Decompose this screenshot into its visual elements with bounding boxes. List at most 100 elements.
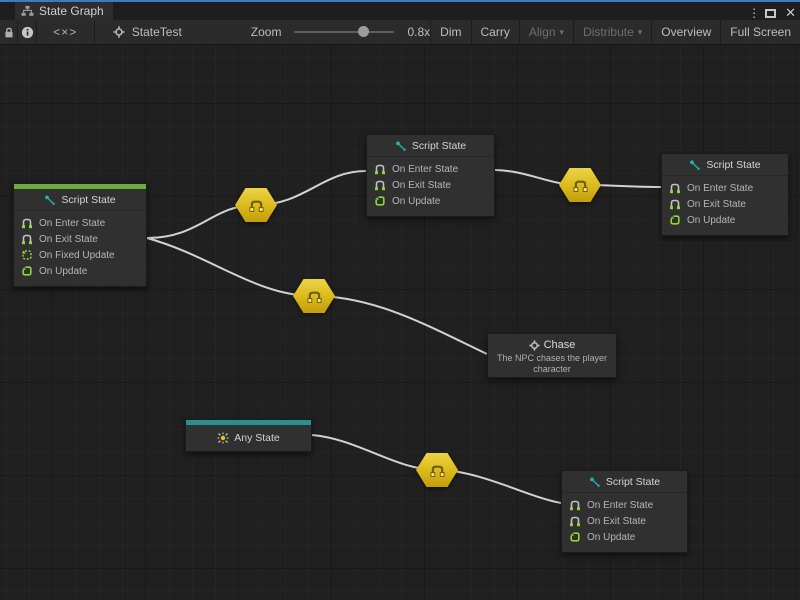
node-header[interactable]: Script State [662, 154, 788, 176]
node-body: On Enter State On Exit State On Update [662, 176, 788, 235]
dim-button[interactable]: Dim [430, 20, 470, 44]
exit-state-icon [569, 515, 581, 527]
exit-state-icon [669, 198, 681, 210]
enter-state-icon [374, 163, 386, 175]
unit-label: On Exit State [39, 234, 98, 245]
distribute-button[interactable]: Distribute ▾ [573, 20, 651, 44]
transition-node[interactable] [235, 188, 277, 222]
overview-label: Overview [661, 25, 711, 39]
state-transition-icon [248, 198, 265, 213]
unit-label: On Update [587, 532, 635, 543]
graph-toolbar-middle: StateTest Zoom 0.8x [95, 20, 430, 44]
close-icon[interactable]: ✕ [785, 5, 796, 21]
script-pointer-icon [589, 476, 601, 488]
unit-on-update[interactable]: On Update [374, 193, 486, 209]
unit-label: On Update [687, 215, 735, 226]
lock-button[interactable] [0, 20, 18, 44]
node-body: On Enter State On Exit State On Update [367, 157, 494, 216]
node-title: Script State [706, 159, 760, 171]
unit-label: On Exit State [687, 199, 746, 210]
maximize-icon[interactable] [765, 9, 776, 18]
fixed-update-icon [21, 249, 33, 261]
node-title: Any State [234, 432, 280, 444]
unit-on-update[interactable]: On Update [21, 263, 138, 279]
node-body: On Enter State On Exit State On Update [562, 493, 687, 552]
code-view-button[interactable]: <×> [37, 20, 95, 44]
unit-label: On Update [392, 196, 440, 207]
state-transition-icon [429, 463, 446, 478]
update-icon [569, 531, 581, 543]
lock-icon [3, 26, 15, 39]
unit-on-fixed-update[interactable]: On Fixed Update [21, 247, 138, 263]
chevron-down-icon: ▾ [560, 28, 565, 37]
info-button[interactable] [18, 20, 36, 44]
unit-on-exit-state[interactable]: On Exit State [21, 231, 138, 247]
align-button[interactable]: Align ▾ [519, 20, 573, 44]
chevron-down-icon: ▾ [638, 28, 643, 37]
node-header[interactable]: Script State [562, 471, 687, 493]
node-description: The NPC chases the player character [492, 353, 612, 375]
window-menu-icon[interactable]: ⋮ [748, 6, 756, 20]
tab-state-graph[interactable]: State Graph [15, 2, 113, 20]
transition-node[interactable] [416, 453, 458, 487]
unit-on-exit-state[interactable]: On Exit State [569, 513, 679, 529]
toolbar: <×> StateTest Zoom 0.8x Dim Carry Align … [0, 20, 800, 45]
node-any-state[interactable]: Any State [185, 419, 312, 452]
node-script-state-c[interactable]: Script State On Enter State On Exit Stat… [661, 153, 789, 236]
script-pointer-icon [44, 194, 56, 206]
node-body: On Enter State On Exit State On Fixed Up… [14, 211, 146, 286]
unit-on-enter-state[interactable]: On Enter State [374, 161, 486, 177]
node-title: Script State [61, 194, 115, 206]
unit-on-update[interactable]: On Update [569, 529, 679, 545]
unit-on-exit-state[interactable]: On Exit State [374, 177, 486, 193]
unit-label: On Update [39, 266, 87, 277]
unit-label: On Enter State [587, 500, 653, 511]
node-header[interactable]: Script State [14, 189, 146, 211]
node-title: Chase [544, 339, 576, 351]
fullscreen-label: Full Screen [730, 25, 791, 39]
unit-on-enter-state[interactable]: On Enter State [669, 180, 780, 196]
unit-on-enter-state[interactable]: On Enter State [21, 215, 138, 231]
unit-label: On Exit State [587, 516, 646, 527]
node-title: Script State [606, 476, 660, 488]
node-header[interactable]: Script State [367, 135, 494, 157]
zoom-label: Zoom [251, 25, 282, 39]
unit-on-enter-state[interactable]: On Enter State [569, 497, 679, 513]
wildcard-icon [217, 432, 229, 444]
exit-state-icon [21, 233, 33, 245]
transition-node[interactable] [559, 168, 601, 202]
script-pointer-icon [395, 140, 407, 152]
unit-on-update[interactable]: On Update [669, 212, 780, 228]
node-script-state-b[interactable]: Script State On Enter State On Exit Stat… [366, 134, 495, 217]
unit-on-exit-state[interactable]: On Exit State [669, 196, 780, 212]
distribute-label: Distribute [583, 25, 634, 39]
exit-state-icon [374, 179, 386, 191]
unit-label: On Enter State [39, 218, 105, 229]
graph-name[interactable]: StateTest [132, 25, 182, 39]
zoom-value: 0.8x [407, 25, 430, 39]
state-transition-icon [572, 178, 589, 193]
node-script-state-a[interactable]: Script State On Enter State On Exit Stat… [13, 183, 147, 287]
node-chase[interactable]: Chase The NPC chases the player characte… [487, 333, 617, 378]
node-title: Script State [412, 140, 466, 152]
transition-node[interactable] [293, 279, 335, 313]
zoom-slider-handle[interactable] [358, 26, 369, 37]
fullscreen-button[interactable]: Full Screen [720, 20, 800, 44]
update-icon [669, 214, 681, 226]
update-icon [374, 195, 386, 207]
title-bar: State Graph ⋮ ✕ [0, 0, 800, 20]
align-label: Align [529, 25, 556, 39]
unit-label: On Enter State [687, 183, 753, 194]
carry-label: Carry [481, 25, 510, 39]
node-script-state-d[interactable]: Script State On Enter State On Exit Stat… [561, 470, 688, 553]
unit-label: On Enter State [392, 164, 458, 175]
info-icon [21, 26, 34, 39]
node-header[interactable]: Any State [186, 425, 311, 451]
enter-state-icon [21, 217, 33, 229]
crosshair-icon [113, 26, 125, 38]
carry-button[interactable]: Carry [471, 20, 519, 44]
code-icon: <×> [53, 25, 77, 39]
zoom-slider[interactable] [294, 31, 394, 33]
unit-label: On Exit State [392, 180, 451, 191]
overview-button[interactable]: Overview [651, 20, 720, 44]
